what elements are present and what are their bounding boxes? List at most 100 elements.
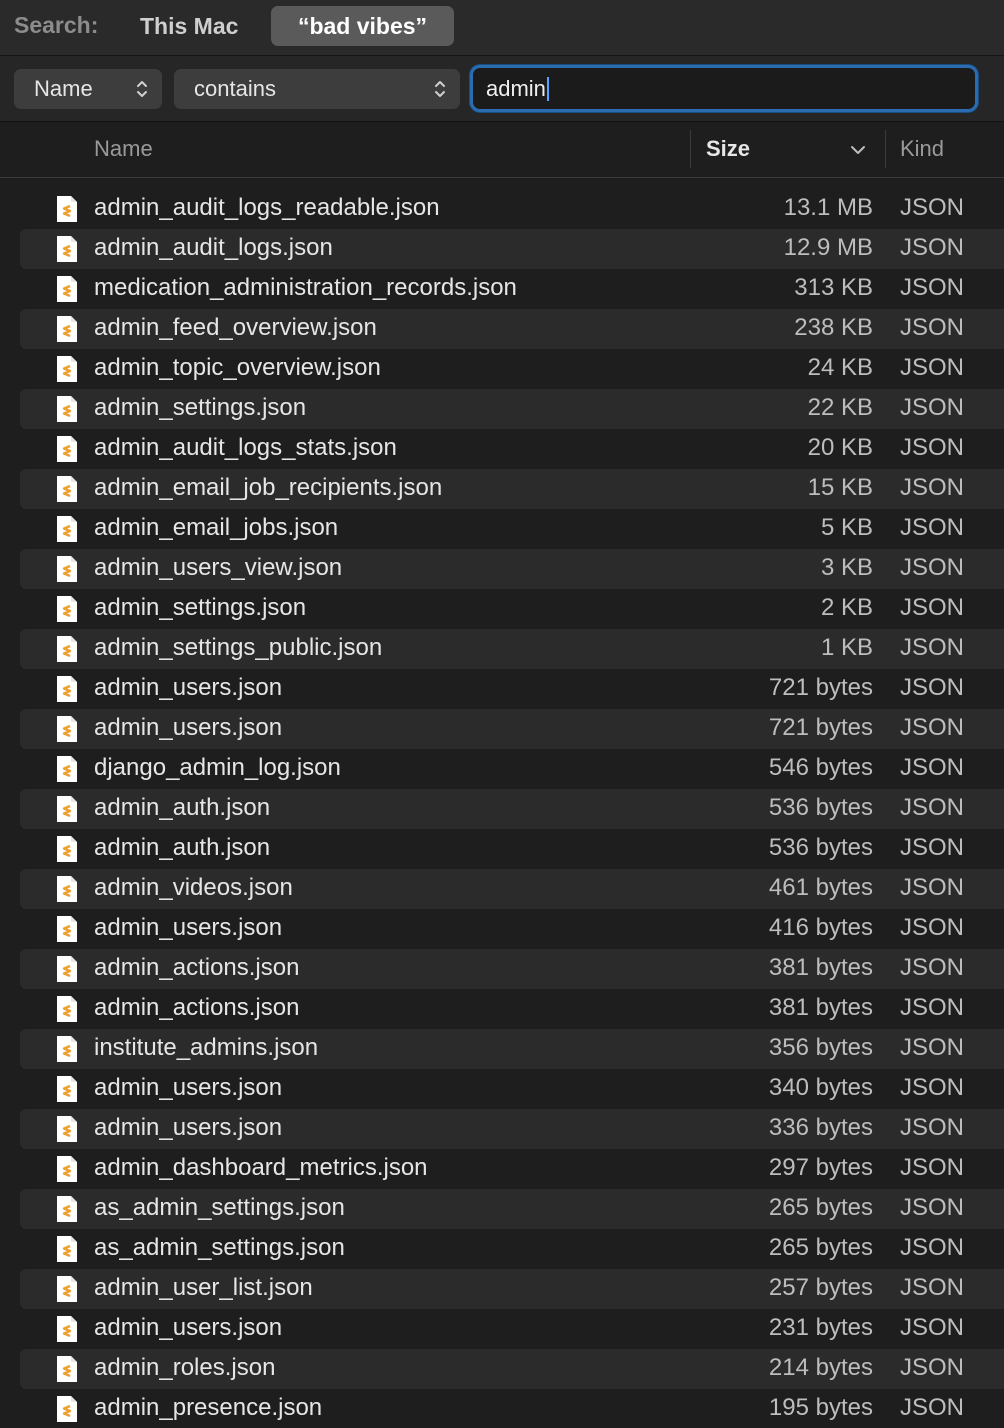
json-file-icon <box>57 436 77 462</box>
file-row[interactable]: admin_users.json 340 bytes JSON <box>0 1069 1004 1109</box>
json-file-icon <box>57 636 77 662</box>
operator-popup-label: contains <box>194 76 276 101</box>
operator-popup[interactable]: contains <box>174 69 460 109</box>
file-kind: JSON <box>900 914 965 941</box>
file-size: 461 bytes <box>768 874 873 901</box>
file-row[interactable]: institute_admins.json 356 bytes JSON <box>0 1029 1004 1069</box>
file-row[interactable]: admin_auth.json 536 bytes JSON <box>0 829 1004 869</box>
file-size: 12.9 MB <box>783 234 873 261</box>
file-name: as_admin_settings.json <box>94 1194 345 1221</box>
file-size: 416 bytes <box>768 914 873 941</box>
file-row[interactable]: admin_auth.json 536 bytes JSON <box>0 789 1004 829</box>
file-row[interactable]: as_admin_settings.json 265 bytes JSON <box>0 1229 1004 1269</box>
file-kind: JSON <box>900 1274 965 1301</box>
search-query-text: admin <box>486 76 546 101</box>
file-size: 265 bytes <box>768 1194 873 1221</box>
scope-label: Search: <box>14 12 99 38</box>
up-down-chevron-icon <box>435 81 445 97</box>
file-row[interactable]: admin_actions.json 381 bytes JSON <box>0 949 1004 989</box>
file-size: 381 bytes <box>768 954 873 981</box>
file-row[interactable]: admin_users.json 416 bytes JSON <box>0 909 1004 949</box>
file-row[interactable]: admin_settings.json 22 KB JSON <box>0 389 1004 429</box>
file-size: 5 KB <box>820 514 873 541</box>
file-row[interactable]: admin_user_list.json 257 bytes JSON <box>0 1269 1004 1309</box>
file-row[interactable]: admin_users_view.json 3 KB JSON <box>0 549 1004 589</box>
file-kind: JSON <box>900 514 965 541</box>
file-kind: JSON <box>900 554 965 581</box>
scope-current-folder-button[interactable]: “bad vibes” <box>271 6 454 46</box>
file-kind: JSON <box>900 1234 965 1261</box>
file-kind: JSON <box>900 314 965 341</box>
file-row[interactable]: medication_administration_records.json 31… <box>0 269 1004 309</box>
file-kind: JSON <box>900 874 965 901</box>
file-name: admin_settings_public.json <box>94 634 383 661</box>
file-kind: JSON <box>900 594 965 621</box>
file-row[interactable]: admin_videos.json 461 bytes JSON <box>0 869 1004 909</box>
file-name: admin_auth.json <box>94 794 271 821</box>
file-row[interactable]: admin_users.json 721 bytes JSON <box>0 669 1004 709</box>
file-kind: JSON <box>900 1074 965 1101</box>
file-size: 381 bytes <box>768 994 873 1021</box>
json-file-icon <box>57 956 77 982</box>
file-kind: JSON <box>900 274 965 301</box>
json-file-icon <box>57 916 77 942</box>
json-file-icon <box>57 796 77 822</box>
file-name: admin_feed_overview.json <box>94 314 377 341</box>
json-file-icon <box>57 996 77 1022</box>
file-kind: JSON <box>900 674 965 701</box>
column-header-size[interactable]: Size <box>706 136 750 162</box>
up-down-chevron-icon <box>137 81 147 97</box>
column-header-kind[interactable]: Kind <box>900 136 944 162</box>
sort-descending-chevron-icon[interactable] <box>850 142 866 158</box>
file-size: 2 KB <box>820 594 873 621</box>
json-file-icon <box>57 396 77 422</box>
column-header-name[interactable]: Name <box>94 136 153 162</box>
file-row[interactable]: admin_audit_logs_stats.json 20 KB JSON <box>0 429 1004 469</box>
file-kind: JSON <box>900 994 965 1021</box>
file-row[interactable]: admin_users.json 336 bytes JSON <box>0 1109 1004 1149</box>
file-name: admin_audit_logs_stats.json <box>94 434 397 461</box>
file-row[interactable]: admin_settings_public.json 1 KB JSON <box>0 629 1004 669</box>
file-name: admin_users.json <box>94 674 283 701</box>
scope-this-mac-button[interactable]: This Mac <box>120 6 258 46</box>
json-file-icon <box>57 836 77 862</box>
file-name: admin_settings.json <box>94 594 307 621</box>
file-row[interactable]: admin_users.json 721 bytes JSON <box>0 709 1004 749</box>
file-kind: JSON <box>900 754 965 781</box>
json-file-icon <box>57 276 77 302</box>
file-row[interactable]: admin_audit_logs_readable.json 13.1 MB JSO… <box>0 189 1004 229</box>
file-size: 546 bytes <box>768 754 873 781</box>
file-row[interactable]: admin_audit_logs.json 12.9 MB JSON <box>0 229 1004 269</box>
file-row[interactable]: admin_feed_overview.json 238 KB JSON <box>0 309 1004 349</box>
file-row[interactable]: admin_dashboard_metrics.json 297 bytes JSO… <box>0 1149 1004 1189</box>
file-name: admin_users.json <box>94 714 283 741</box>
file-row[interactable]: admin_roles.json 214 bytes JSON <box>0 1349 1004 1389</box>
file-kind: JSON <box>900 394 965 421</box>
file-row[interactable]: admin_email_job_recipients.json 15 KB JSON <box>0 469 1004 509</box>
file-size: 297 bytes <box>768 1154 873 1181</box>
file-row[interactable]: admin_actions.json 381 bytes JSON <box>0 989 1004 1029</box>
json-file-icon <box>57 556 77 582</box>
file-row[interactable]: as_admin_settings.json 265 bytes JSON <box>0 1189 1004 1229</box>
file-kind: JSON <box>900 1354 965 1381</box>
file-row[interactable]: admin_settings.json 2 KB JSON <box>0 589 1004 629</box>
file-row[interactable]: admin_users.json 231 bytes JSON <box>0 1309 1004 1349</box>
json-file-icon <box>57 356 77 382</box>
search-query-input[interactable]: admin <box>470 65 978 112</box>
column-divider[interactable] <box>885 130 886 168</box>
file-size: 3 KB <box>820 554 873 581</box>
file-row[interactable]: django_admin_log.json 546 bytes JSON <box>0 749 1004 789</box>
column-divider[interactable] <box>690 130 691 168</box>
file-name: admin_settings.json <box>94 394 307 421</box>
file-name: admin_users_view.json <box>94 554 343 581</box>
json-file-icon <box>57 1156 77 1182</box>
file-row[interactable]: admin_email_jobs.json 5 KB JSON <box>0 509 1004 549</box>
json-file-icon <box>57 1036 77 1062</box>
file-name: admin_auth.json <box>94 834 271 861</box>
file-row[interactable]: admin_presence.json 195 bytes JSON <box>0 1389 1004 1428</box>
file-name: admin_email_job_recipients.json <box>94 474 443 501</box>
file-row[interactable]: admin_topic_overview.json 24 KB JSON <box>0 349 1004 389</box>
attribute-popup[interactable]: Name <box>14 69 162 109</box>
file-name: admin_audit_logs_readable.json <box>94 194 440 221</box>
file-name: admin_audit_logs.json <box>94 234 333 261</box>
